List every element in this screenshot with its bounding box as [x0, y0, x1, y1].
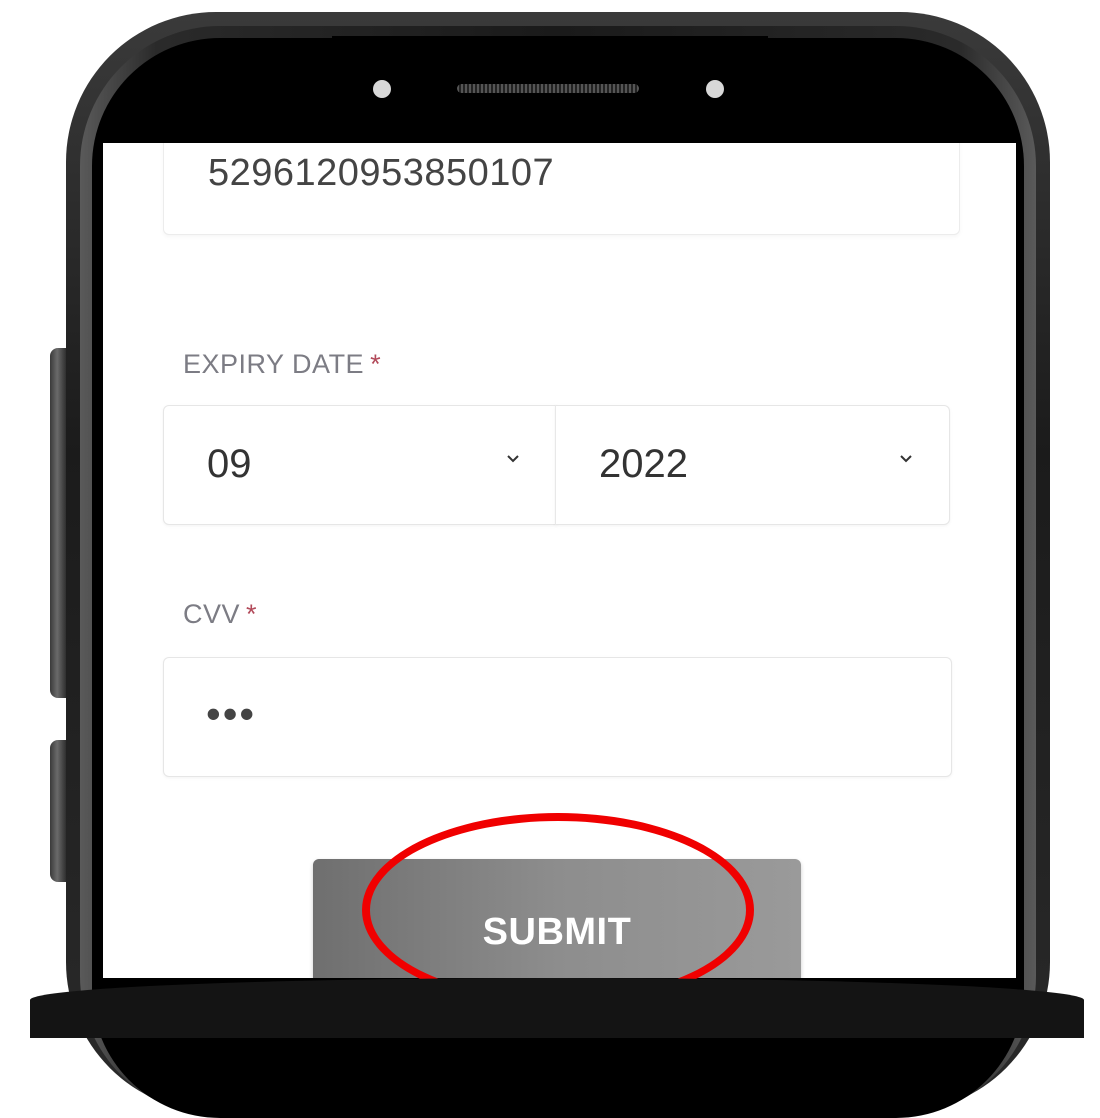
expiry-month-select[interactable]: 09: [163, 405, 557, 525]
phone-screen: 5296120953850107 EXPIRY DATE * 09 2022 CV…: [103, 143, 1016, 978]
chevron-down-icon: [507, 455, 519, 463]
cvv-label: CVV *: [183, 599, 258, 629]
expiry-month-value: 09: [207, 442, 252, 486]
phone-bottom-shadow: [30, 978, 1084, 1038]
cvv-masked-value: •••: [206, 690, 257, 737]
expiry-year-value: 2022: [599, 442, 688, 486]
expiry-year-select[interactable]: 2022: [555, 405, 950, 525]
required-marker: *: [246, 599, 258, 629]
camera-lens: [706, 80, 724, 98]
card-number-value: 5296120953850107: [208, 152, 555, 194]
earpiece-speaker: [457, 84, 639, 93]
cvv-field[interactable]: •••: [163, 657, 952, 777]
expiry-date-label: EXPIRY DATE *: [183, 349, 382, 379]
submit-button[interactable]: SUBMIT: [313, 859, 801, 978]
chevron-down-icon: [900, 455, 912, 463]
required-marker: *: [370, 349, 382, 379]
sensor-dot: [373, 80, 391, 98]
card-number-field[interactable]: 5296120953850107: [163, 143, 960, 235]
submit-button-label: SUBMIT: [482, 911, 632, 953]
phone-notch: [332, 36, 768, 120]
